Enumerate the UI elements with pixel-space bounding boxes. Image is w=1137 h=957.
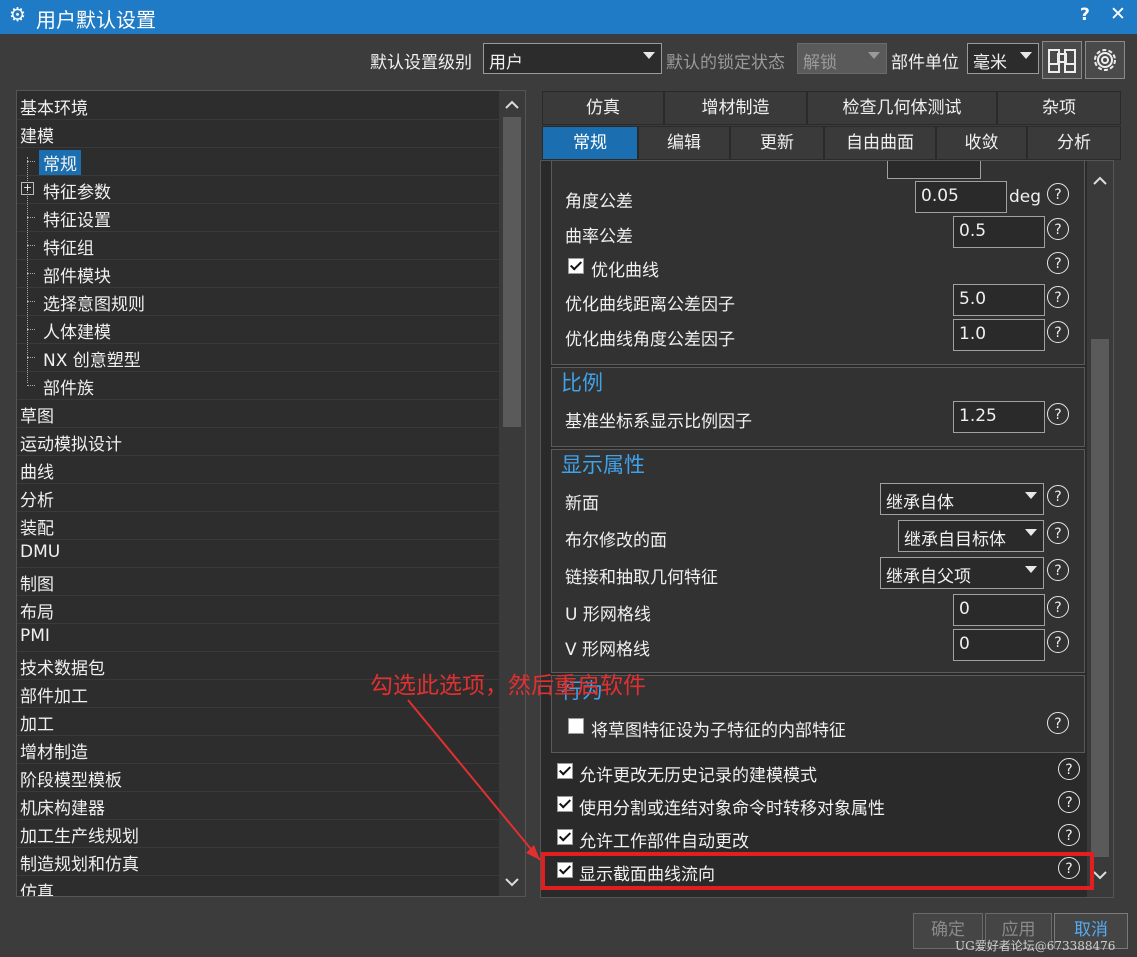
annotation-highlight-box <box>541 852 1094 890</box>
watermark: UG爱好者论坛@673388476 <box>955 939 1116 953</box>
annotation-arrow <box>407 699 541 861</box>
